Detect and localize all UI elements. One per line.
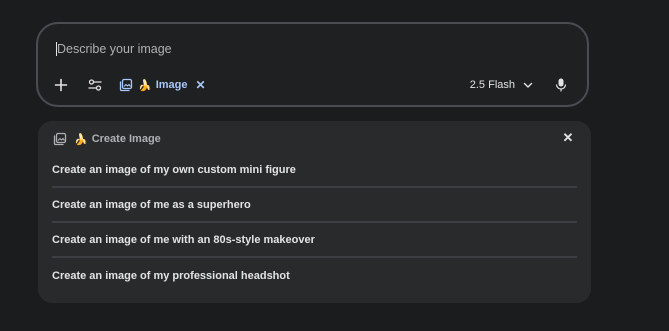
- suggestion-item[interactable]: Create an image of my professional heads…: [52, 258, 577, 293]
- suggestion-list: Create an image of my own custom mini fi…: [52, 153, 577, 293]
- tools-button[interactable]: [84, 74, 106, 96]
- image-stack-icon: [52, 131, 68, 147]
- image-stack-icon: [118, 77, 134, 93]
- prompt-input[interactable]: [57, 42, 569, 56]
- suggestion-item[interactable]: Create an image of me as a superhero: [52, 188, 577, 223]
- image-chip-label: Image: [155, 79, 188, 91]
- chip-close-icon[interactable]: ✕: [196, 79, 206, 91]
- model-label: 2.5 Flash: [469, 79, 515, 91]
- prompt-composer: 🍌 Image ✕ 2.5 Flash: [36, 22, 589, 107]
- plus-icon: [54, 78, 68, 92]
- banana-icon: 🍌: [138, 79, 152, 92]
- composer-toolbar: 🍌 Image ✕ 2.5 Flash: [50, 74, 575, 96]
- microphone-button[interactable]: [551, 75, 571, 95]
- suggestion-item[interactable]: Create an image of me with an 80s-style …: [52, 223, 577, 258]
- tune-icon: [88, 79, 102, 91]
- panel-header: 🍌 Create Image: [52, 131, 161, 147]
- banana-icon: 🍌: [74, 133, 88, 146]
- create-image-panel: 🍌 Create Image ✕ Create an image of my o…: [38, 121, 591, 303]
- suggestion-item[interactable]: Create an image of my own custom mini fi…: [52, 153, 577, 188]
- add-button[interactable]: [50, 74, 72, 96]
- model-selector[interactable]: 2.5 Flash: [470, 79, 533, 91]
- chevron-down-icon: [523, 82, 533, 89]
- prompt-input-row: [56, 40, 569, 58]
- image-tool-chip[interactable]: 🍌 Image ✕: [118, 74, 206, 96]
- panel-title: Create Image: [91, 133, 161, 145]
- panel-close-icon[interactable]: ✕: [561, 130, 575, 145]
- microphone-icon: [555, 78, 567, 92]
